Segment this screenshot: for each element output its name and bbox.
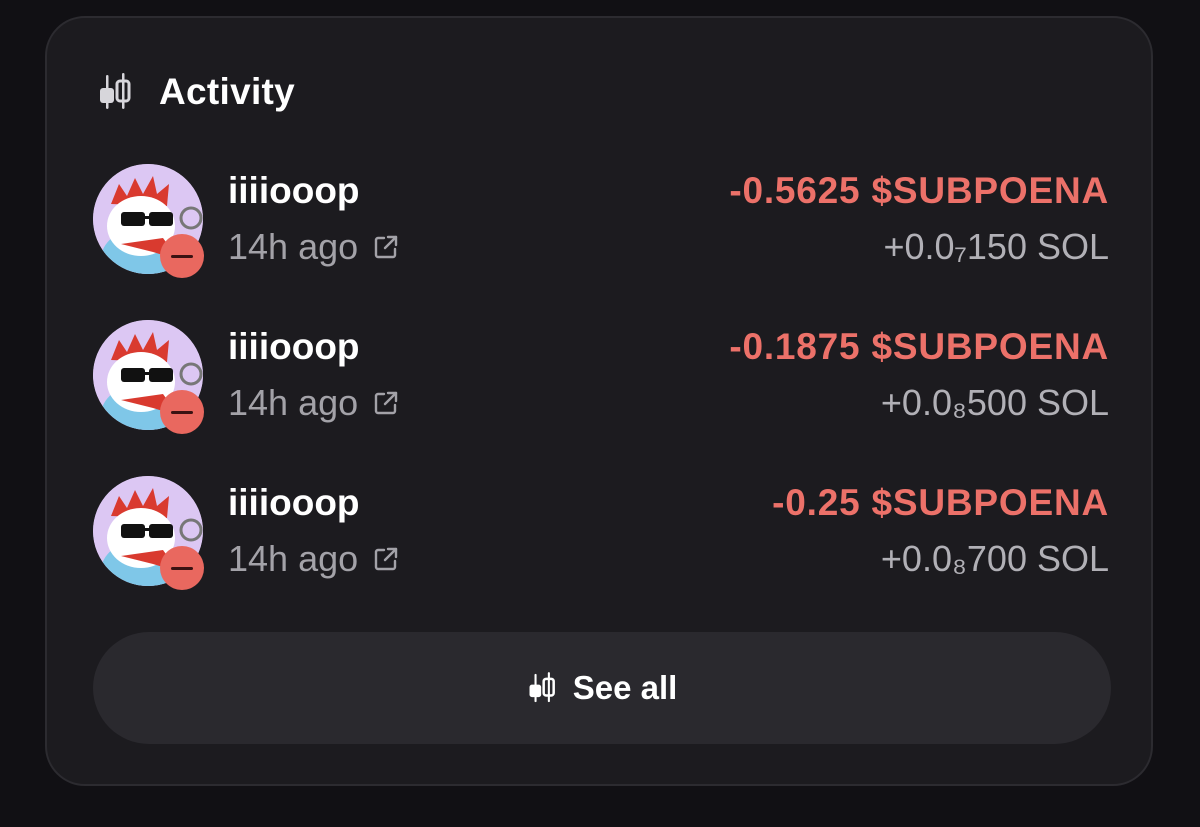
activity-row[interactable]: iiiiooop 14h ago -0.1875 $SUBPOENA +0.0₈…: [93, 320, 1109, 436]
sol-amount: +0.0₈500 SOL: [880, 382, 1109, 423]
timestamp: 14h ago: [228, 382, 359, 423]
activity-row[interactable]: iiiiooop 14h ago -0.25 $SUBPOENA +0.0₈70…: [93, 476, 1109, 592]
username[interactable]: iiiiooop: [228, 482, 360, 524]
activity-title: Activity: [159, 71, 296, 112]
username[interactable]: iiiiooop: [228, 170, 360, 212]
candlestick-chart-icon: [97, 71, 133, 113]
activity-row[interactable]: iiiiooop 14h ago -0.5625 $SUBPOENA +0.0₇…: [93, 164, 1109, 280]
candlestick-chart-icon: [527, 670, 557, 706]
sell-badge-icon: [160, 546, 204, 590]
avatar[interactable]: [93, 164, 205, 278]
timestamp: 14h ago: [228, 538, 359, 579]
see-all-button[interactable]: See all: [93, 632, 1111, 744]
sell-badge-icon: [160, 234, 204, 278]
avatar[interactable]: [93, 320, 205, 434]
token-amount: -0.5625 $SUBPOENA: [729, 170, 1109, 211]
see-all-label: See all: [572, 669, 678, 706]
external-link-icon[interactable]: [372, 233, 400, 261]
token-amount: -0.1875 $SUBPOENA: [729, 326, 1109, 367]
username[interactable]: iiiiooop: [228, 326, 360, 368]
sol-amount: +0.0₈700 SOL: [880, 538, 1109, 579]
activity-card: Activity iiiiooop 14h ago -0.5625 $SUBPO…: [45, 16, 1153, 786]
external-link-icon[interactable]: [372, 545, 400, 573]
activity-header: Activity: [97, 68, 295, 116]
external-link-icon[interactable]: [372, 389, 400, 417]
avatar[interactable]: [93, 476, 205, 590]
sell-badge-icon: [160, 390, 204, 434]
timestamp: 14h ago: [228, 226, 359, 267]
token-amount: -0.25 $SUBPOENA: [772, 482, 1109, 523]
sol-amount: +0.0₇150 SOL: [883, 226, 1109, 267]
